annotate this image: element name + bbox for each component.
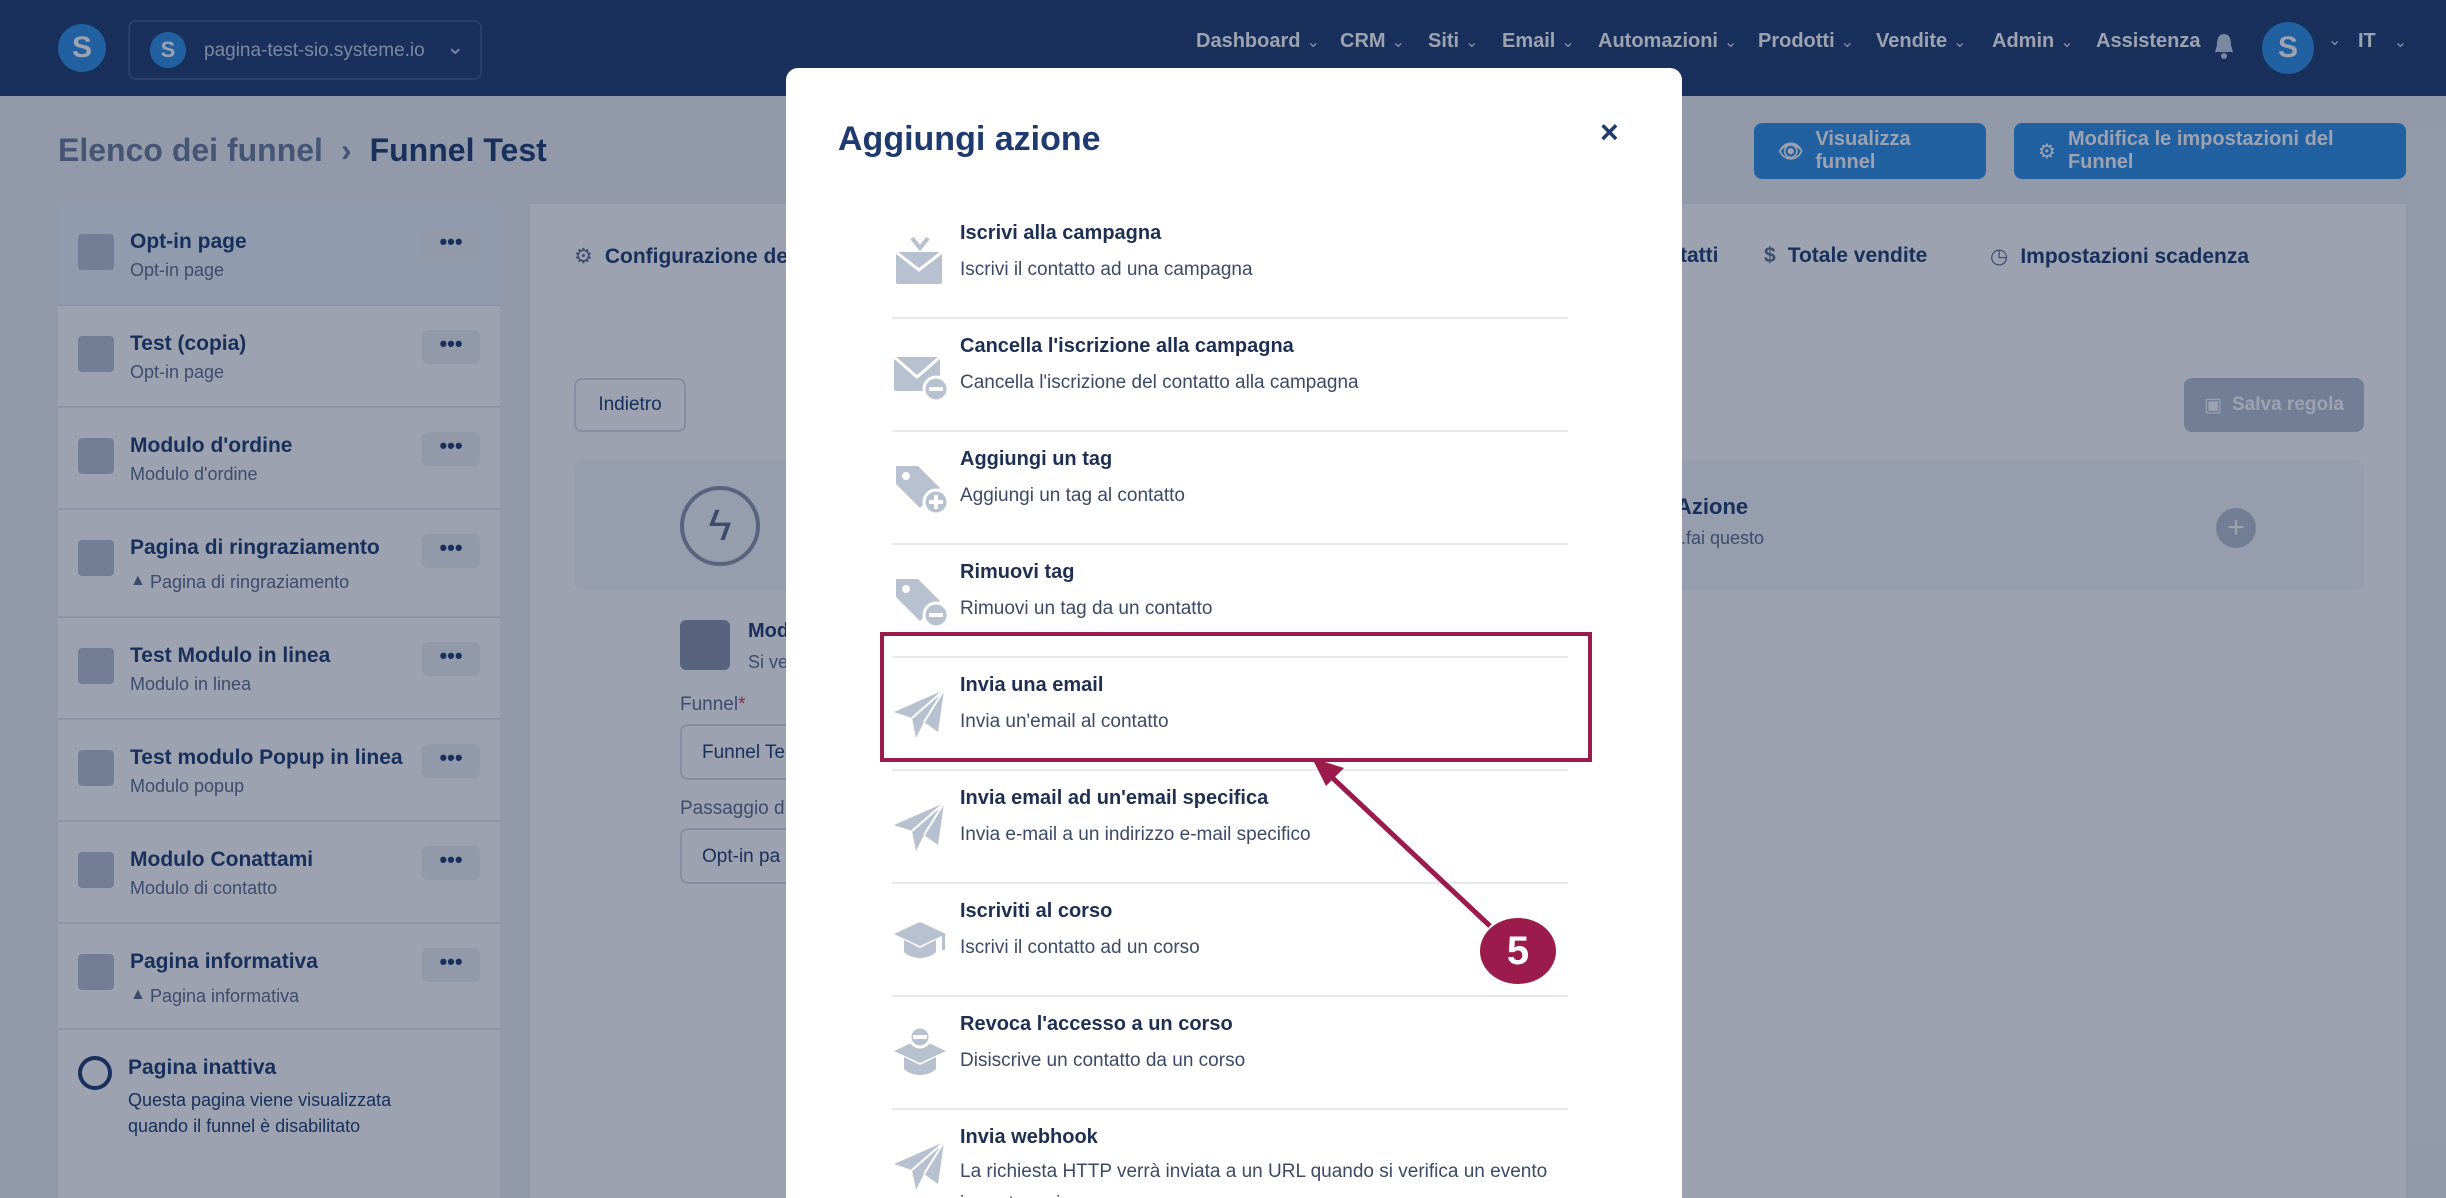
modal-title: Aggiungi azione bbox=[838, 120, 1101, 158]
tag-remove-icon bbox=[896, 579, 948, 629]
action-revoke-course[interactable]: Revoca l'accesso a un corso Disiscrive u… bbox=[892, 997, 1568, 1110]
webhook-icon bbox=[894, 1141, 945, 1190]
step-number-badge: 5 bbox=[1480, 918, 1556, 984]
campaign-subscribe-icon bbox=[895, 236, 943, 284]
action-add-tag[interactable]: Aggiungi un tag Aggiungi un tag al conta… bbox=[892, 432, 1568, 545]
tag-add-icon bbox=[896, 466, 948, 516]
action-subscribe-campaign[interactable]: Iscrivi alla campagna Iscrivi il contatt… bbox=[892, 206, 1568, 319]
highlight-box bbox=[880, 632, 1592, 762]
campaign-unsubscribe-icon bbox=[893, 355, 948, 403]
course-enroll-icon bbox=[894, 922, 946, 958]
close-icon[interactable]: × bbox=[1600, 114, 1619, 151]
action-send-webhook[interactable]: Invia webhook La richiesta HTTP verrà in… bbox=[892, 1110, 1568, 1198]
annotation-arrow-icon bbox=[1312, 758, 1492, 928]
action-unsubscribe-campaign[interactable]: Cancella l'iscrizione alla campagna Canc… bbox=[892, 319, 1568, 432]
send-specific-email-icon bbox=[894, 802, 945, 851]
course-revoke-icon bbox=[894, 1025, 946, 1075]
